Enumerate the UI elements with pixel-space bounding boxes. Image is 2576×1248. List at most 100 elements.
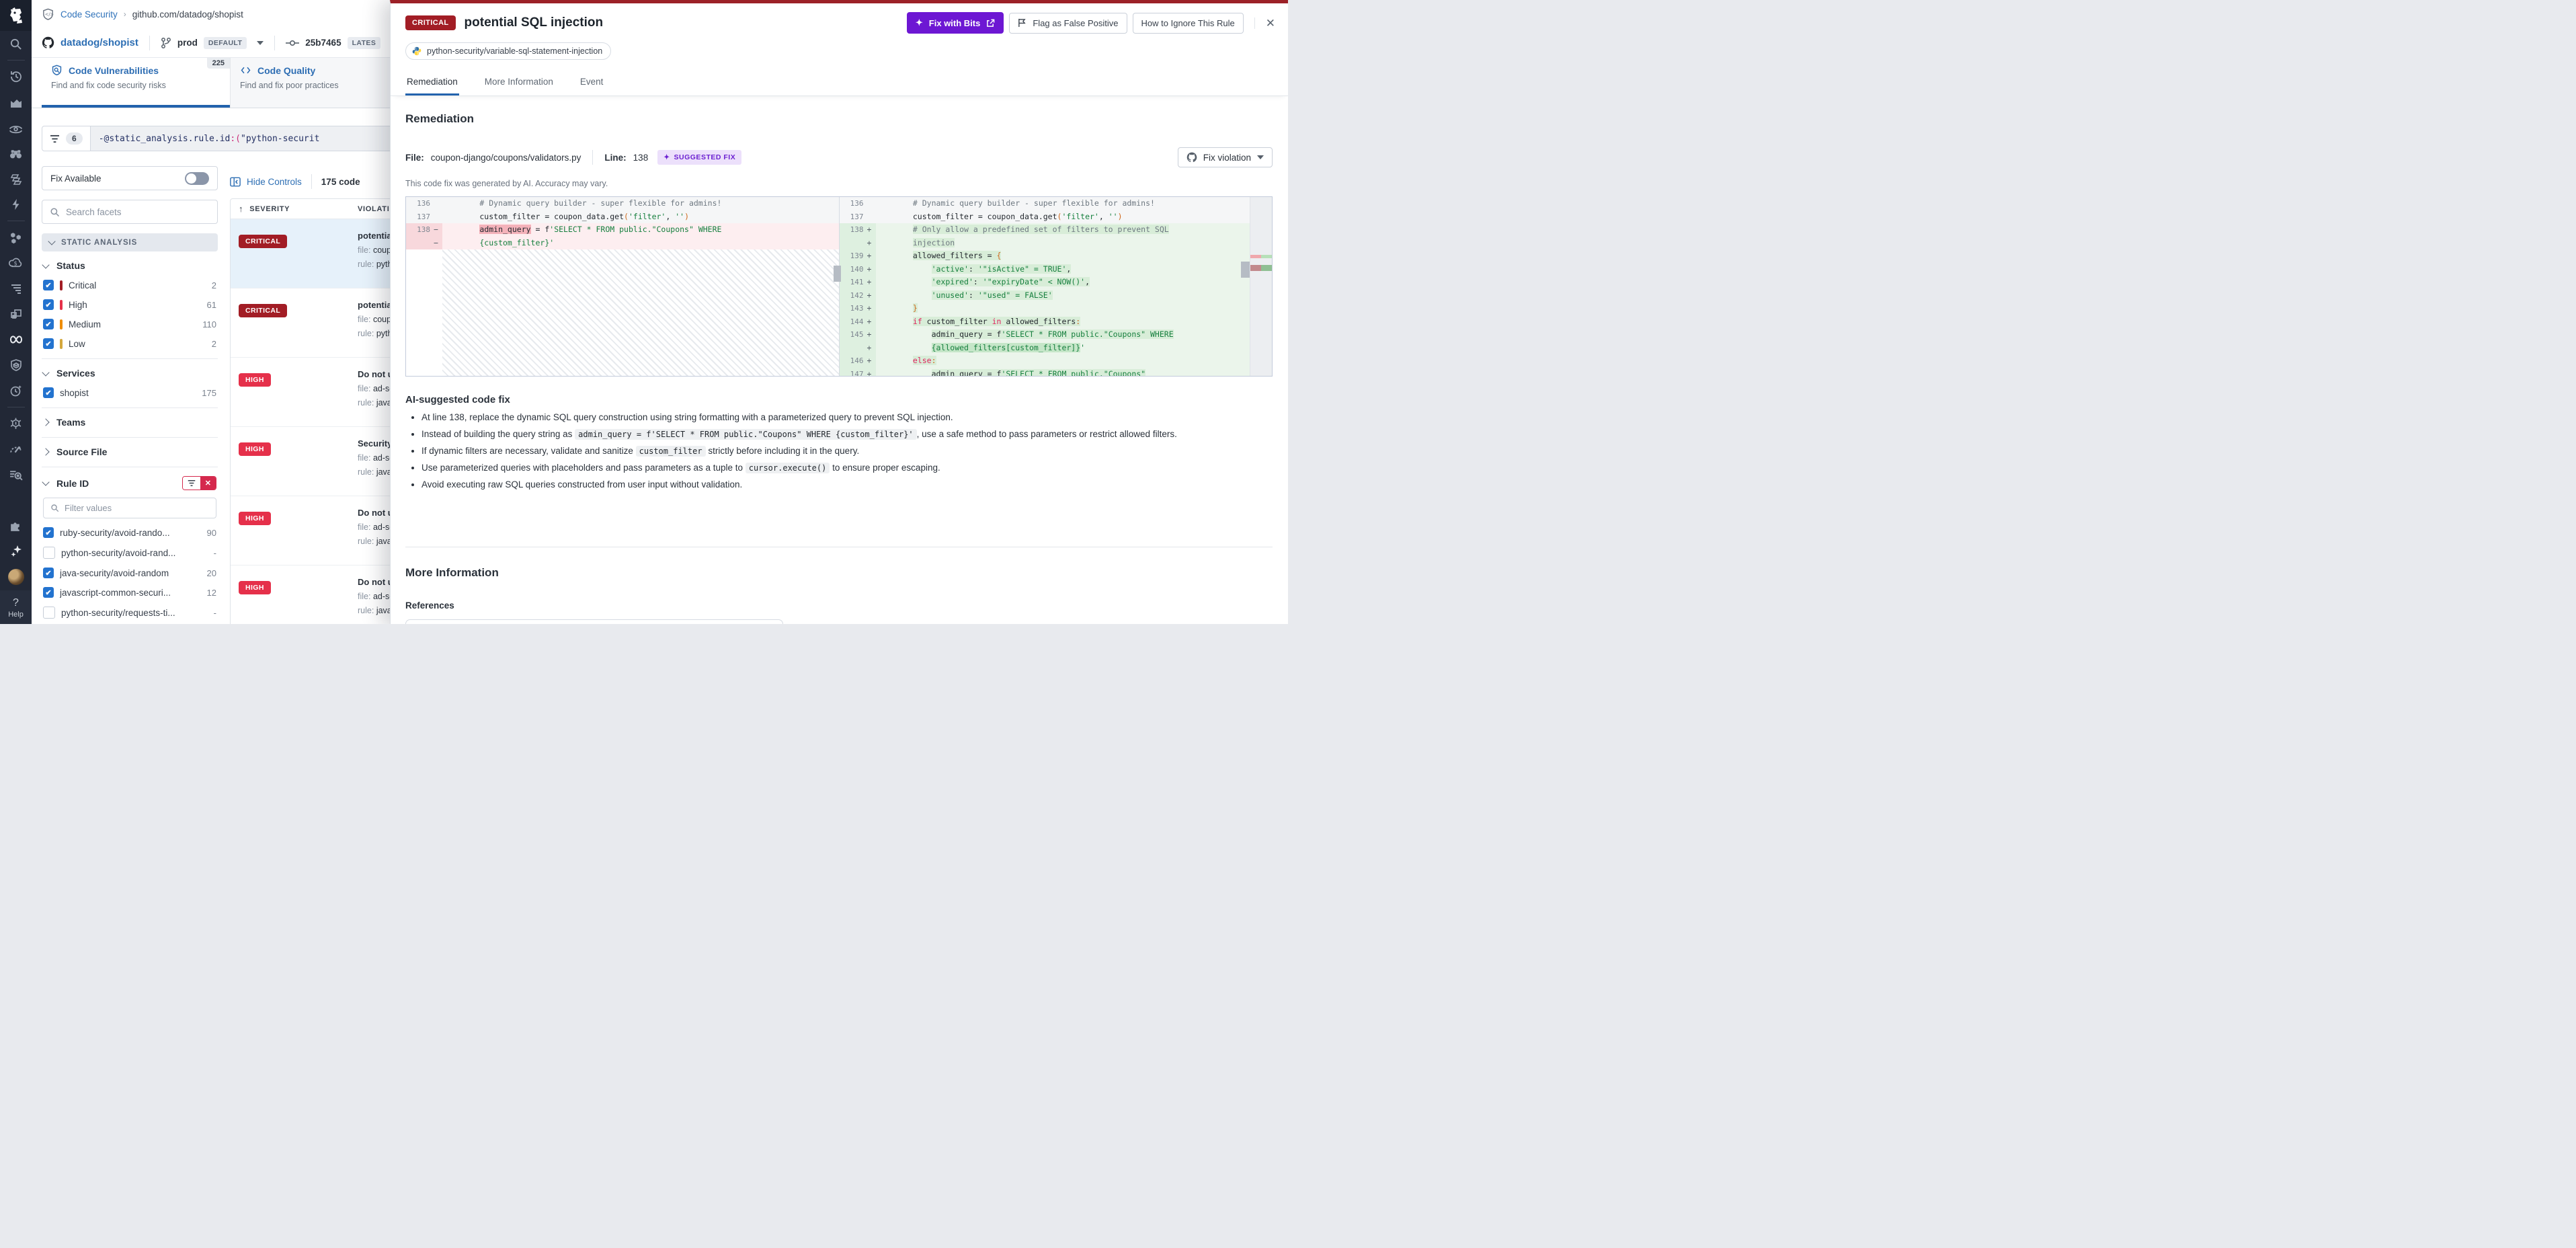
- remediation-heading: Remediation: [405, 112, 1273, 126]
- checkbox-checked[interactable]: ✔: [43, 587, 54, 598]
- checkbox-unchecked[interactable]: [43, 607, 55, 619]
- facet-search-input[interactable]: Search facets: [42, 200, 218, 224]
- hide-controls-button[interactable]: Hide Controls: [230, 177, 302, 187]
- search-icon[interactable]: [9, 36, 24, 51]
- tab-remediation[interactable]: Remediation: [405, 69, 459, 95]
- bits-ai-sparkles-icon[interactable]: [9, 543, 24, 558]
- diff-pane-before: 136 # Dynamic query builder - super flex…: [406, 197, 840, 376]
- diff-line-marker: −: [434, 223, 442, 237]
- facet-group-static-analysis[interactable]: STATIC ANALYSIS: [42, 233, 218, 251]
- commit-sha[interactable]: 25b7465: [305, 38, 341, 48]
- python-icon: [412, 46, 421, 56]
- facet-item-rule[interactable]: ✔ javascript-common-securi... 12: [43, 587, 216, 598]
- facet-item-medium[interactable]: ✔ Medium 110: [43, 319, 216, 329]
- facet-item-shopist[interactable]: ✔ shopist 175: [43, 387, 216, 398]
- help-button[interactable]: ? Help: [0, 590, 32, 624]
- filter-icon-button[interactable]: [183, 477, 200, 490]
- branch-default-badge: DEFAULT: [204, 37, 247, 49]
- file-info-row: File: coupon-django/coupons/validators.p…: [405, 147, 1273, 167]
- facet-header-source-file[interactable]: Source File: [43, 446, 216, 457]
- facet-header-teams[interactable]: Teams: [43, 417, 216, 428]
- diff-minimap[interactable]: [1250, 197, 1272, 376]
- service-clock-icon[interactable]: [9, 383, 24, 398]
- clear-filter-button[interactable]: ✕: [200, 477, 216, 490]
- scrollbar-thumb[interactable]: [1241, 262, 1250, 278]
- facet-item-rule[interactable]: ✔ java-security/avoid-random 20: [43, 568, 216, 578]
- logs-icon[interactable]: [9, 281, 24, 296]
- how-to-ignore-button[interactable]: How to Ignore This Rule: [1133, 13, 1244, 34]
- checkbox-checked[interactable]: ✔: [43, 280, 54, 290]
- checkbox-unchecked[interactable]: [43, 547, 55, 559]
- rule-id-filter-input[interactable]: Filter values: [43, 498, 216, 518]
- more-information-heading: More Information: [405, 566, 1273, 580]
- sparkles-icon: ✦: [663, 153, 670, 161]
- facet-header-status[interactable]: Status: [43, 260, 216, 271]
- watchdog-binoculars-icon[interactable]: [9, 146, 24, 161]
- branch-caret-icon[interactable]: [257, 41, 264, 45]
- facet-item-rule[interactable]: python-security/avoid-rand... -: [43, 547, 216, 559]
- checkbox-checked[interactable]: ✔: [43, 527, 54, 538]
- dashboards-icon[interactable]: [9, 307, 24, 321]
- diff-line-marker: +: [867, 354, 876, 368]
- column-severity[interactable]: SEVERITY: [249, 205, 290, 213]
- fix-with-bits-button[interactable]: ✦ Fix with Bits: [907, 12, 1004, 34]
- tab-more-information[interactable]: More Information: [483, 69, 555, 95]
- profiling-gauge-icon[interactable]: [9, 442, 24, 457]
- checkbox-checked[interactable]: ✔: [43, 338, 54, 349]
- divider: [592, 150, 593, 165]
- scrollbar-thumb[interactable]: [834, 266, 841, 282]
- diff-line-number: 142: [840, 289, 867, 303]
- apm-eye-icon[interactable]: [9, 120, 24, 135]
- diff-line-marker: +: [867, 263, 876, 276]
- infrastructure-hexagons-icon[interactable]: [9, 230, 24, 245]
- repo-name-link[interactable]: datadog/shopist: [61, 37, 138, 48]
- rule-id-filter-controls: ✕: [182, 476, 216, 490]
- breadcrumb-section[interactable]: Code Security: [61, 9, 118, 20]
- cloud-cost-icon[interactable]: $: [9, 256, 24, 270]
- checkbox-checked[interactable]: ✔: [43, 299, 54, 310]
- checkbox-checked[interactable]: ✔: [43, 387, 54, 398]
- facet-item-rule[interactable]: python-security/requests-ti... -: [43, 607, 216, 619]
- diff-line: + {allowed_filters[custom_filter]}': [840, 342, 1273, 355]
- facet-header-rule-id[interactable]: Rule ID ✕: [43, 476, 216, 490]
- diff-line-marker: [434, 197, 442, 210]
- user-avatar[interactable]: [8, 569, 24, 585]
- close-icon[interactable]: ✕: [1254, 17, 1275, 29]
- rule-tag-pill[interactable]: python-security/variable-sql-statement-i…: [405, 42, 611, 60]
- facet-item-rule[interactable]: ✔ ruby-security/avoid-rando... 90: [43, 527, 216, 538]
- log-search-icon[interactable]: [9, 467, 24, 482]
- help-label: Help: [8, 611, 24, 619]
- facet-header-services[interactable]: Services: [43, 368, 216, 379]
- metrics-chart-icon[interactable]: [9, 95, 24, 110]
- app-sidebar: $ ? Help: [0, 0, 32, 624]
- facet-item-high[interactable]: ✔ High 61: [43, 299, 216, 310]
- minimap-del-mark: [1250, 265, 1261, 271]
- reference-card[interactable]: [405, 619, 783, 624]
- history-icon[interactable]: [9, 69, 24, 84]
- diff-line-marker: +: [867, 302, 876, 315]
- breadcrumb-separator: ›: [124, 9, 126, 19]
- severity-bar-critical: [60, 280, 63, 290]
- facet-item-critical[interactable]: ✔ Critical 2: [43, 280, 216, 290]
- datadog-logo-icon[interactable]: [0, 0, 32, 31]
- checkbox-checked[interactable]: ✔: [43, 568, 54, 578]
- tab-code-vulnerabilities[interactable]: Code Vulnerabilities 225 Find and fix co…: [42, 58, 231, 108]
- flag-false-positive-button[interactable]: Flag as False Positive: [1009, 13, 1127, 34]
- ci-infinity-icon[interactable]: [9, 332, 24, 347]
- fix-violation-button[interactable]: Fix violation: [1178, 147, 1273, 167]
- sort-arrow-icon[interactable]: ↑: [239, 204, 243, 214]
- bolt-icon[interactable]: [9, 197, 24, 212]
- tab-event[interactable]: Event: [579, 69, 605, 95]
- divider: [311, 174, 312, 189]
- query-filter-control[interactable]: 6: [42, 126, 91, 151]
- divider: [274, 36, 275, 50]
- security-shield-icon[interactable]: [9, 358, 24, 373]
- checkbox-checked[interactable]: ✔: [43, 319, 54, 329]
- code-bug-icon[interactable]: [9, 416, 24, 431]
- layers-icon[interactable]: [9, 171, 24, 186]
- diff-line-number: 136: [406, 197, 434, 210]
- branch-name[interactable]: prod: [177, 38, 198, 48]
- facet-item-low[interactable]: ✔ Low 2: [43, 338, 216, 349]
- integrations-puzzle-icon[interactable]: [9, 518, 24, 533]
- fix-available-toggle[interactable]: [185, 172, 209, 185]
